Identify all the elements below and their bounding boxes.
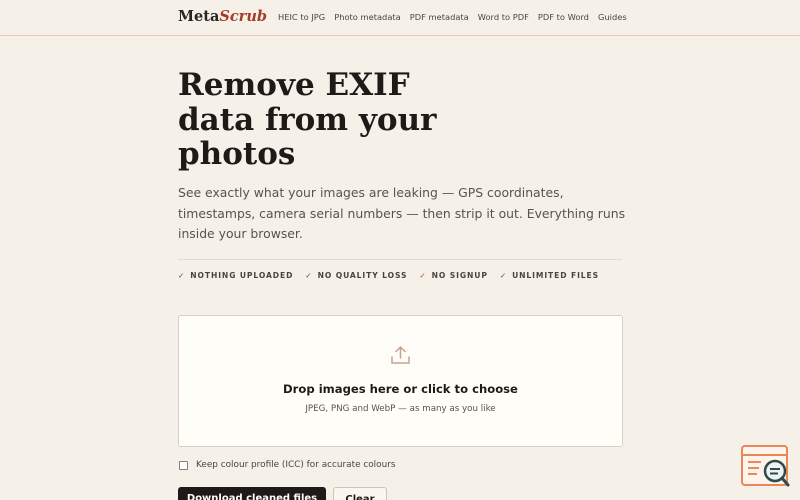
check-icon: ✓	[499, 271, 508, 280]
feature-nothing-uploaded: ✓ NOTHING UPLOADED	[178, 271, 293, 280]
nav-link-photo-metadata[interactable]: Photo metadata	[334, 12, 401, 22]
nav-link-pdf-metadata[interactable]: PDF metadata	[410, 12, 469, 22]
logo-accent-text: Scrub	[219, 8, 267, 25]
feature-label: NOTHING UPLOADED	[190, 271, 294, 280]
page-title-line-2: data from your	[178, 101, 437, 138]
check-icon: ✓	[419, 271, 427, 280]
check-icon: ✓	[178, 271, 186, 280]
site-logo[interactable]: MetaScrub	[178, 8, 267, 25]
page-title-line-3: photos	[178, 136, 296, 172]
feature-label: NO QUALITY LOSS	[317, 271, 408, 280]
keep-icc-checkbox[interactable]	[179, 460, 188, 470]
nav-link-guides[interactable]: Guides	[598, 12, 627, 22]
feature-no-quality-loss: ✓ NO QUALITY LOSS	[305, 271, 407, 280]
upload-icon	[391, 346, 410, 364]
image-dropzone[interactable]: Drop images here or click to choose JPEG…	[178, 315, 623, 447]
nav-link-heic-to-jpg[interactable]: HEIC to JPG	[278, 12, 325, 22]
search-chat-icon[interactable]	[741, 445, 791, 489]
download-cleaned-files-button[interactable]: Download cleaned files	[178, 487, 326, 500]
clear-button[interactable]: Clear	[333, 487, 387, 500]
keep-icc-label: Keep colour profile (ICC) for accurate c…	[196, 460, 396, 470]
nav-link-pdf-to-word[interactable]: PDF to Word	[538, 12, 589, 22]
nav-link-word-to-pdf[interactable]: Word to PDF	[478, 12, 529, 22]
dropzone-title: Drop images here or click to choose	[283, 382, 518, 396]
main-nav: HEIC to JPG Photo metadata PDF metadata …	[278, 12, 636, 22]
keep-icc-option[interactable]: Keep colour profile (ICC) for accurate c…	[179, 460, 395, 470]
page-subtitle: See exactly what your images are leaking…	[178, 185, 626, 241]
divider	[178, 259, 622, 260]
feature-label: UNLIMITED FILES	[512, 271, 599, 280]
page-title: Remove EXIF data from your photos	[178, 68, 508, 172]
site-header: MetaScrub HEIC to JPG Photo metadata PDF…	[0, 0, 800, 36]
feature-unlimited-files: ✓ UNLIMITED FILES	[500, 271, 599, 280]
logo-main-text: Meta	[178, 8, 220, 25]
dropzone-subtitle: JPEG, PNG and WebP — as many as you like	[305, 404, 496, 414]
page-title-line-1: Remove EXIF	[178, 67, 410, 103]
feature-list: ✓ NOTHING UPLOADED ✓ NO QUALITY LOSS ✓ N…	[178, 271, 611, 280]
check-icon: ✓	[305, 271, 313, 280]
feature-no-signup: ✓ NO SIGNUP	[419, 271, 487, 280]
feature-label: NO SIGNUP	[431, 271, 488, 280]
